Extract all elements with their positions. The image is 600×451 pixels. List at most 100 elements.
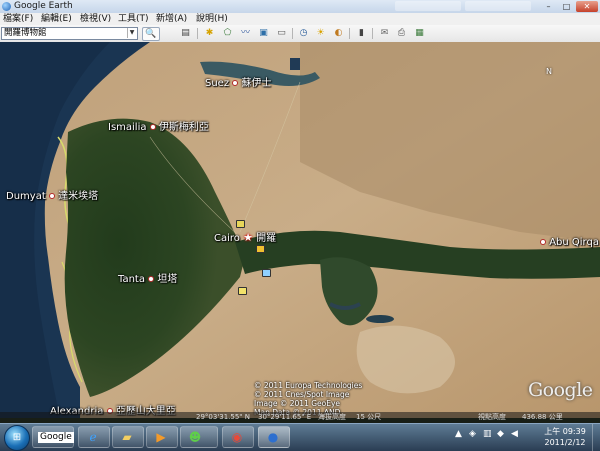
place-label-en: Suez: [205, 78, 230, 89]
close-icon: ✕: [583, 2, 591, 11]
menu-add[interactable]: 新增(A): [156, 13, 187, 25]
place-marker-icon: [148, 276, 155, 282]
place-label-zh: 坦塔: [157, 274, 178, 285]
status-bar: 29°03'31.55" N 30°29'11.65" E 海拔高度 15 公尺…: [0, 412, 600, 423]
place-marker-icon: [540, 239, 546, 245]
image-overlay-button[interactable]: ▣: [256, 27, 271, 39]
taskbar-ie[interactable]: ℯ: [78, 426, 110, 448]
poi-marker-icon[interactable]: [238, 287, 247, 295]
add-placemark-button[interactable]: ✱: [202, 27, 217, 39]
menu-view[interactable]: 檢視(V): [80, 13, 111, 25]
taskbar: ⊞ Google ℯ ▰ ▶ ☻ ◉ ● ▲ ◈ ▥ ◆ ◀ 上午 09:39 …: [0, 423, 600, 451]
ruler-button[interactable]: ▮: [354, 27, 369, 39]
taskbar-search-label: Google: [38, 432, 74, 443]
placemark-icon: ✱: [205, 28, 214, 38]
record-tour-button[interactable]: ▭: [274, 27, 289, 39]
network-icon[interactable]: ▥: [483, 429, 492, 439]
print-icon: ⎙: [397, 28, 406, 38]
show-desktop-button[interactable]: [592, 424, 600, 451]
planets-button[interactable]: ◐: [331, 27, 346, 39]
place-label-en: Abu Qirqa: [549, 237, 599, 248]
search-button[interactable]: 🔍: [142, 27, 160, 41]
place-label-en: Ismailia: [108, 122, 147, 133]
menu-tools[interactable]: 工具(T): [118, 13, 149, 25]
maximize-button[interactable]: □: [558, 1, 575, 12]
toolbar-separator: [292, 28, 293, 39]
place-marker-icon: [149, 124, 156, 130]
poi-marker-icon[interactable]: [236, 220, 245, 228]
history-icon: ◷: [299, 28, 308, 38]
taskbar-media-player[interactable]: ▶: [146, 426, 178, 448]
print-button[interactable]: ⎙: [394, 27, 409, 39]
tour-icon: ▭: [277, 28, 286, 38]
sunlight-button[interactable]: ☀: [313, 27, 328, 39]
email-button[interactable]: ✉: [377, 27, 392, 39]
taskbar-messenger[interactable]: ☻: [180, 426, 218, 448]
place-label-zh: 開羅: [256, 233, 277, 244]
maximize-icon: □: [562, 2, 571, 11]
google-earth-icon: [2, 2, 11, 11]
museum-icon[interactable]: [256, 245, 265, 253]
place-label-zh: 達米埃塔: [58, 191, 99, 202]
add-path-button[interactable]: 〰: [238, 27, 253, 39]
compass-north-marker[interactable]: N: [546, 67, 552, 76]
place-label-en: Dumyat: [6, 191, 46, 202]
view-in-maps-button[interactable]: ▦: [412, 27, 427, 39]
volume-icon[interactable]: ◀: [511, 429, 518, 439]
polygon-icon: ⬠: [223, 28, 232, 38]
search-icon: 🔍: [145, 29, 157, 39]
start-button[interactable]: ⊞: [4, 425, 30, 451]
poi-marker-icon[interactable]: [262, 269, 271, 277]
place-suez[interactable]: Suez 蘇伊士: [205, 74, 271, 89]
tray-app-icon[interactable]: ◆: [497, 429, 504, 439]
planets-icon: ◐: [334, 28, 343, 38]
sidebar-icon: ▤: [181, 28, 190, 38]
minimize-button[interactable]: –: [540, 1, 557, 12]
minimize-icon: –: [546, 2, 551, 11]
taskbar-clock[interactable]: 上午 09:39 2011/2/12: [540, 426, 590, 448]
path-icon: 〰: [240, 28, 250, 38]
menu-edit[interactable]: 編輯(E): [41, 13, 72, 25]
latitude-readout: 29°03'31.55" N: [196, 413, 250, 421]
google-earth-icon: ●: [267, 430, 279, 444]
internet-explorer-icon: ℯ: [89, 430, 97, 444]
historical-imagery-button[interactable]: ◷: [296, 27, 311, 39]
map-view[interactable]: N Suez 蘇伊士 Ismailia 伊斯梅利亞 Dumyat 達米埃塔 Ca…: [0, 42, 600, 418]
email-icon: ✉: [380, 28, 389, 38]
menu-help[interactable]: 說明(H): [196, 13, 228, 25]
windows-logo-icon: ⊞: [12, 432, 22, 443]
place-label-zh: 蘇伊士: [241, 78, 272, 89]
close-button[interactable]: ✕: [576, 1, 598, 12]
taskbar-google-earth[interactable]: ●: [258, 426, 290, 448]
messenger-icon: ☻: [188, 430, 202, 444]
title-bar: Google Earth – □ ✕: [0, 0, 600, 14]
credit-line: Image © 2011 GeoEye: [254, 399, 341, 408]
tray-app-icon[interactable]: ◈: [469, 429, 476, 439]
tray-arrow-icon[interactable]: ▲: [455, 429, 462, 439]
toolbar: 開羅博物館 ▼ 🔍 ▤ ✱ ⬠ 〰 ▣ ▭ ◷ ☀ ◐ ▮ ✉ ⎙ ▦: [0, 25, 600, 43]
place-ismailia[interactable]: Ismailia 伊斯梅利亞: [108, 118, 209, 133]
elevation-value: 15 公尺: [356, 413, 382, 421]
taskbar-google-search[interactable]: Google: [32, 426, 74, 448]
place-dumyat[interactable]: Dumyat 達米埃塔: [6, 187, 98, 202]
taskbar-explorer[interactable]: ▰: [112, 426, 144, 448]
credit-line: © 2011 Cnes/Spot Image: [254, 390, 350, 399]
menu-file[interactable]: 檔案(F): [3, 13, 33, 25]
place-tanta[interactable]: Tanta 坦塔: [118, 270, 177, 285]
place-cairo[interactable]: Cairo ★ 開羅: [214, 229, 276, 244]
add-polygon-button[interactable]: ⬠: [220, 27, 235, 39]
ghost-tab: [395, 1, 461, 11]
clock-time: 上午 09:39: [544, 427, 586, 436]
taskbar-chrome[interactable]: ◉: [222, 426, 254, 448]
chevron-down-icon[interactable]: ▼: [127, 28, 136, 38]
search-input[interactable]: 開羅博物館: [1, 27, 138, 40]
place-abu-qirqa[interactable]: Abu Qirqa: [540, 237, 599, 248]
toolbar-separator: [349, 28, 350, 39]
background-windows: [395, 1, 535, 11]
toolbar-separator: [197, 28, 198, 39]
sidebar-toggle-button[interactable]: ▤: [178, 27, 193, 39]
window-title: Google Earth: [14, 1, 73, 11]
place-label-en: Tanta: [118, 274, 145, 285]
image-overlay-icon: ▣: [259, 28, 268, 38]
eye-alt-label: 視點高度: [478, 413, 506, 421]
